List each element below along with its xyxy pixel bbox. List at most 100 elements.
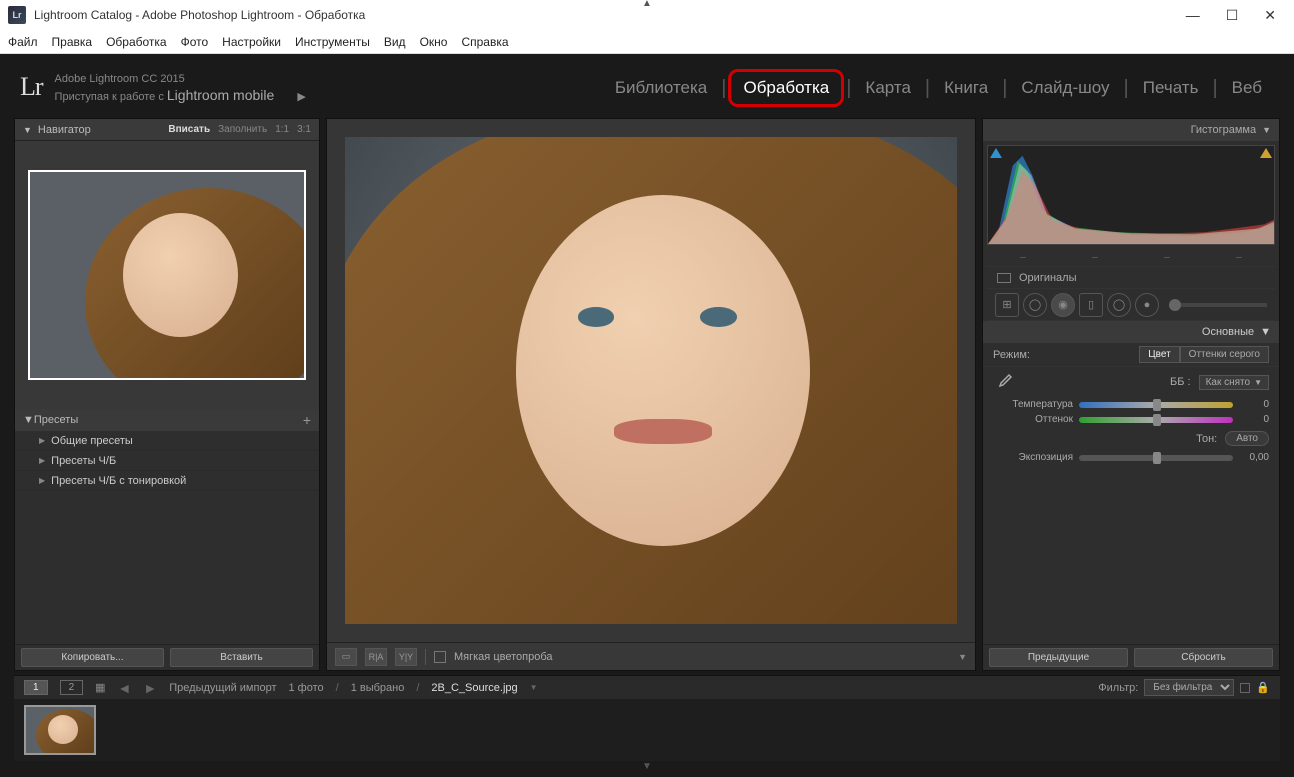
navigator-preview[interactable]	[15, 141, 319, 409]
originals-row[interactable]: Оригиналы	[987, 267, 1275, 289]
reset-button[interactable]: Сбросить	[1134, 648, 1273, 667]
preset-folder[interactable]: ▶Пресеты Ч/Б	[15, 451, 319, 471]
menu-tools[interactable]: Инструменты	[295, 35, 370, 49]
filename: 2B_C_Source.jpg	[431, 682, 517, 694]
basic-header[interactable]: Основные ▼	[983, 321, 1279, 343]
navigator-title: Навигатор	[38, 124, 91, 136]
brush-tool[interactable]: ●	[1135, 293, 1159, 317]
nav-fill[interactable]: Заполнить	[218, 124, 267, 135]
minimize-button[interactable]: —	[1186, 7, 1200, 24]
filmstrip-thumbnail[interactable]	[24, 705, 96, 755]
filter-dropdown[interactable]: Без фильтра	[1144, 679, 1234, 696]
redeye-tool[interactable]: ◉	[1051, 293, 1075, 317]
preset-folder[interactable]: ▶Пресеты Ч/Б с тонировкой	[15, 471, 319, 491]
module-web[interactable]: Веб	[1220, 74, 1274, 102]
highlight-clip-icon[interactable]	[1260, 148, 1272, 158]
menu-file[interactable]: Файл	[8, 35, 38, 49]
auto-tone-button[interactable]: Авто	[1225, 431, 1269, 446]
window-title: Lightroom Catalog - Adobe Photoshop Ligh…	[34, 8, 365, 22]
treatment-color[interactable]: Цвет	[1139, 346, 1179, 363]
grid-icon[interactable]: ▦	[95, 681, 105, 694]
top-panel-toggle-icon[interactable]: ▲	[642, 0, 652, 9]
bottom-panel-toggle-icon[interactable]: ▼	[14, 761, 1280, 771]
import-label[interactable]: Предыдущий импорт	[169, 682, 276, 694]
maximize-button[interactable]: ☐	[1226, 7, 1239, 24]
brand-mobile-prefix: Приступая к работе с	[55, 91, 167, 103]
play-icon[interactable]: ▶	[297, 91, 305, 103]
nav-1-1[interactable]: 1:1	[275, 124, 289, 135]
nav-prev-icon[interactable]: ◄	[118, 680, 132, 696]
left-panel: ▼ Навигатор Вписать Заполнить 1:1 3:1	[14, 118, 320, 671]
histogram-info: ––––	[987, 249, 1275, 267]
histogram-header[interactable]: Гистограмма ▼	[983, 119, 1279, 141]
exposure-slider[interactable]	[1079, 455, 1233, 461]
module-print[interactable]: Печать	[1131, 74, 1211, 102]
spot-tool[interactable]: ◯	[1023, 293, 1047, 317]
photo-canvas[interactable]	[327, 119, 975, 642]
close-button[interactable]: ✕	[1264, 7, 1276, 24]
temp-label: Температура	[993, 399, 1073, 410]
module-library[interactable]: Библиотека	[603, 74, 719, 102]
tone-label: Тон:	[1196, 433, 1217, 445]
app-logo-icon: Lr	[8, 6, 26, 24]
monitor-1[interactable]: 1	[24, 680, 48, 695]
menu-help[interactable]: Справка	[461, 35, 508, 49]
menu-develop[interactable]: Обработка	[106, 35, 167, 49]
tint-slider[interactable]	[1079, 417, 1233, 423]
exposure-value[interactable]: 0,00	[1239, 452, 1269, 463]
mode-label: Режим:	[993, 349, 1030, 361]
originals-checkbox-icon[interactable]	[997, 273, 1011, 283]
nav-fit[interactable]: Вписать	[168, 124, 210, 135]
previous-button[interactable]: Предыдущие	[989, 648, 1128, 667]
module-book[interactable]: Книга	[932, 74, 1000, 102]
navigator-header[interactable]: ▼ Навигатор Вписать Заполнить 1:1 3:1	[15, 119, 319, 141]
add-preset-icon[interactable]: +	[303, 412, 311, 428]
brand-mobile[interactable]: Lightroom mobile	[167, 87, 274, 103]
copy-button[interactable]: Копировать...	[21, 648, 164, 667]
preset-folder[interactable]: ▶Общие пресеты	[15, 431, 319, 451]
menu-settings[interactable]: Настройки	[222, 35, 281, 49]
radial-tool[interactable]: ◯	[1107, 293, 1131, 317]
tool-slider[interactable]	[1169, 303, 1267, 307]
before-after-tb-button[interactable]: Y|Y	[395, 648, 417, 666]
tint-value[interactable]: 0	[1239, 414, 1269, 425]
softproof-label: Мягкая цветопроба	[454, 651, 552, 663]
temp-slider[interactable]	[1079, 402, 1233, 408]
nav-next-icon[interactable]: ►	[143, 680, 157, 696]
module-develop[interactable]: Обработка	[728, 69, 844, 107]
temp-value[interactable]: 0	[1239, 399, 1269, 410]
filter-flag-icon[interactable]	[1240, 683, 1250, 693]
histogram-display[interactable]	[987, 145, 1275, 245]
shadow-clip-icon[interactable]	[990, 148, 1002, 158]
monitor-2[interactable]: 2	[60, 680, 84, 695]
lightroom-logo: Lr	[20, 72, 43, 102]
loupe-view-button[interactable]: ▭	[335, 648, 357, 666]
menu-edit[interactable]: Правка	[52, 35, 93, 49]
menu-photo[interactable]: Фото	[181, 35, 209, 49]
originals-label: Оригиналы	[1019, 272, 1077, 284]
filter-lock-icon[interactable]: 🔒	[1256, 681, 1270, 694]
softproof-checkbox[interactable]	[434, 651, 446, 663]
chevron-down-icon: ▼	[23, 125, 32, 135]
gradient-tool[interactable]: ▯	[1079, 293, 1103, 317]
arrow-right-icon: ▶	[39, 476, 45, 485]
crop-tool[interactable]: ⊞	[995, 293, 1019, 317]
module-slideshow[interactable]: Слайд-шоу	[1009, 74, 1121, 102]
treatment-gray[interactable]: Оттенки серого	[1180, 346, 1269, 363]
toolbar-expand-icon[interactable]: ▼	[958, 652, 967, 662]
presets-header[interactable]: ▼ Пресеты +	[15, 409, 319, 431]
before-after-lr-button[interactable]: R|A	[365, 648, 387, 666]
eyedropper-icon[interactable]	[993, 371, 1015, 393]
nav-3-1[interactable]: 3:1	[297, 124, 311, 135]
right-panel: Гистограмма ▼ –––– Оригиналы ⊞	[982, 118, 1280, 671]
develop-toolbar: ▭ R|A Y|Y Мягкая цветопроба ▼	[327, 642, 975, 670]
tint-label: Оттенок	[993, 414, 1073, 425]
wb-dropdown[interactable]: Как снято▼	[1199, 375, 1269, 390]
exposure-label: Экспозиция	[993, 452, 1073, 463]
filmstrip[interactable]	[14, 699, 1280, 761]
module-map[interactable]: Карта	[853, 74, 923, 102]
paste-button[interactable]: Вставить	[170, 648, 313, 667]
menu-view[interactable]: Вид	[384, 35, 406, 49]
filmstrip-info-bar: 1 2 ▦ ◄ ► Предыдущий импорт 1 фото / 1 в…	[14, 675, 1280, 699]
menu-window[interactable]: Окно	[420, 35, 448, 49]
